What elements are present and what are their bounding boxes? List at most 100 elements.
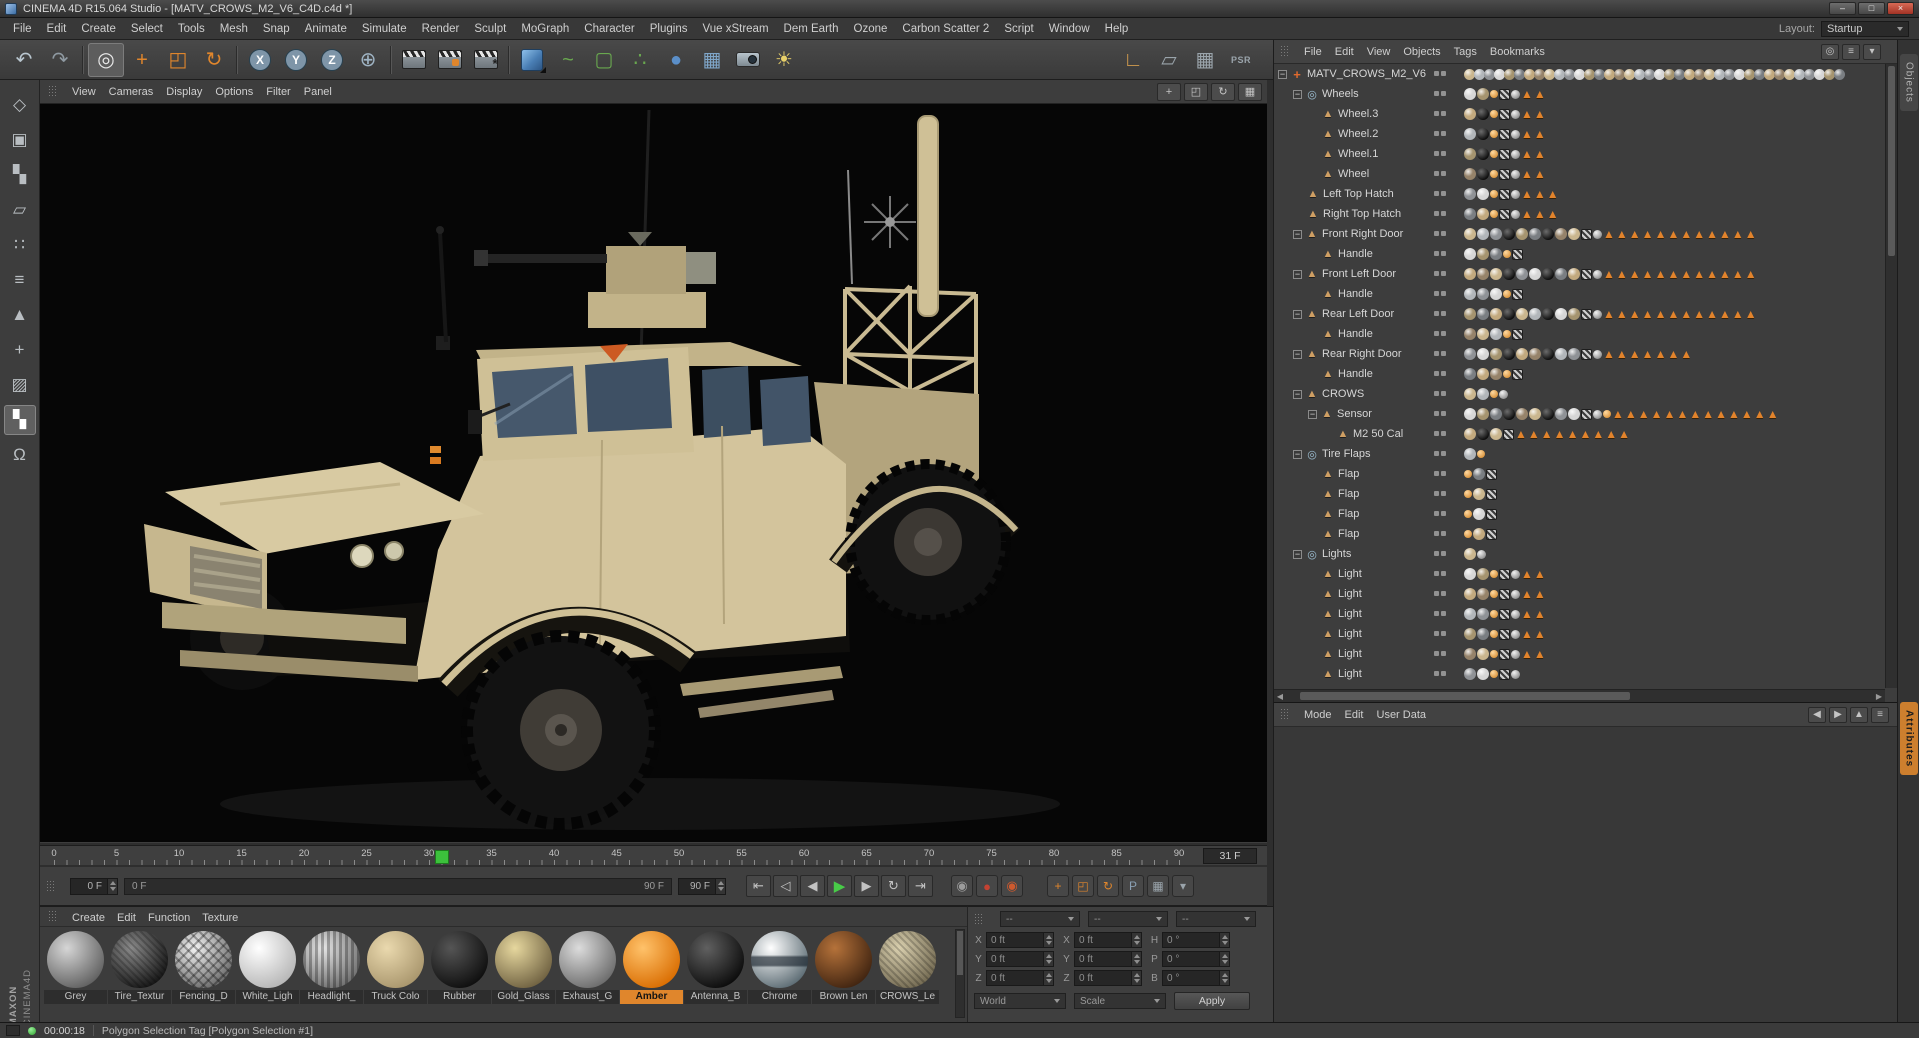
world-axes-icon[interactable]: ∟: [1115, 43, 1151, 77]
texture-tag-icon[interactable]: [1555, 408, 1567, 420]
uv-tag-icon[interactable]: [1512, 328, 1523, 340]
selection-tag-icon[interactable]: ▲: [1745, 228, 1757, 240]
selection-tag-icon[interactable]: ▲: [1655, 228, 1667, 240]
selection-tag-icon[interactable]: ▲: [1693, 228, 1705, 240]
coordinate-input-z[interactable]: 0 ft: [986, 970, 1054, 986]
texture-tag-icon[interactable]: [1464, 428, 1476, 440]
phong-tag-icon[interactable]: [1593, 349, 1602, 359]
selection-tag-icon[interactable]: ▲: [1541, 428, 1553, 440]
visibility-dots[interactable]: [1434, 171, 1446, 176]
display-tag-icon[interactable]: [1490, 610, 1498, 618]
object-label[interactable]: Front Left Door: [1319, 268, 1396, 280]
stepper[interactable]: [715, 878, 725, 894]
phong-tag-icon[interactable]: [1511, 589, 1520, 599]
menu-snap[interactable]: Snap: [256, 20, 297, 38]
selection-tag-icon[interactable]: ▲: [1534, 648, 1546, 660]
selection-tag-icon[interactable]: ▲: [1567, 428, 1579, 440]
uv-tag-icon[interactable]: [1499, 208, 1510, 220]
maximize-button[interactable]: □: [1858, 2, 1885, 15]
texture-tag-icon[interactable]: [1477, 248, 1489, 260]
model-mode-icon[interactable]: ▣: [4, 125, 36, 155]
texture-tag-icon[interactable]: [1477, 388, 1489, 400]
expand-toggle[interactable]: −: [1293, 389, 1302, 399]
object-label[interactable]: Wheel.2: [1335, 128, 1378, 140]
uv-tag-icon[interactable]: [1581, 268, 1592, 280]
uv-tag-icon[interactable]: [1486, 468, 1497, 480]
menu-character[interactable]: Character: [577, 20, 642, 38]
expand-toggle[interactable]: −: [1308, 409, 1317, 419]
selection-tag-icon[interactable]: ▲: [1629, 228, 1641, 240]
viewport-menu-cameras[interactable]: Cameras: [103, 84, 160, 100]
display-tag-icon[interactable]: [1490, 90, 1498, 98]
object-manager-menu-file[interactable]: File: [1298, 44, 1328, 60]
scrollbar-thumb[interactable]: [1300, 692, 1630, 700]
visibility-dots[interactable]: [1434, 331, 1446, 336]
menu-simulate[interactable]: Simulate: [355, 20, 414, 38]
viewport-filter-icon[interactable]: ▱: [1151, 43, 1187, 77]
visibility-dots[interactable]: [1434, 91, 1446, 96]
texture-tag-icon[interactable]: [1568, 408, 1580, 420]
texture-tag-icon[interactable]: [1542, 228, 1554, 240]
selection-tag-icon[interactable]: ▲: [1689, 408, 1701, 420]
history-forward-icon[interactable]: ▶: [1829, 706, 1847, 723]
selection-tag-icon[interactable]: ▲: [1603, 308, 1615, 320]
texture-tag-icon[interactable]: [1464, 308, 1476, 320]
goto-start-button[interactable]: ⇤: [746, 875, 771, 897]
material-exhaust-g[interactable]: Exhaust_G: [556, 930, 619, 1004]
display-tag-icon[interactable]: [1477, 450, 1485, 458]
texture-tag-icon[interactable]: [1477, 268, 1489, 280]
phong-tag-icon[interactable]: [1511, 209, 1520, 219]
selection-tag-icon[interactable]: ▲: [1534, 128, 1546, 140]
object-label[interactable]: Flap: [1335, 488, 1359, 500]
selection-tag-icon[interactable]: ▲: [1534, 188, 1546, 200]
menu-vue-xstream[interactable]: Vue xStream: [695, 20, 775, 38]
coordinate-mode-select[interactable]: --: [1000, 911, 1080, 927]
phong-tag-icon[interactable]: [1593, 409, 1602, 419]
selection-tag-icon[interactable]: ▲: [1655, 268, 1667, 280]
texture-tag-icon[interactable]: [1477, 348, 1489, 360]
display-tag-icon[interactable]: [1503, 370, 1511, 378]
add-environment-icon[interactable]: ▦: [694, 43, 730, 77]
undo-icon[interactable]: ↶: [6, 43, 42, 77]
stepper[interactable]: [1043, 952, 1053, 966]
selection-tag-icon[interactable]: ▲: [1616, 308, 1628, 320]
texture-tag-icon[interactable]: [1464, 228, 1476, 240]
viewport-menu-view[interactable]: View: [66, 84, 102, 100]
visibility-dots[interactable]: [1434, 651, 1446, 656]
expand-toggle[interactable]: −: [1293, 549, 1302, 559]
uv-tag-icon[interactable]: [1486, 488, 1497, 500]
object-manager-menu-tags[interactable]: Tags: [1448, 44, 1483, 60]
texture-tag-icon[interactable]: [1477, 288, 1489, 300]
add-deformer-icon[interactable]: ●: [658, 43, 694, 77]
uv-tag-icon[interactable]: [1581, 408, 1592, 420]
display-tag-icon[interactable]: [1490, 190, 1498, 198]
move-tool-icon[interactable]: +: [124, 43, 160, 77]
selection-tag-icon[interactable]: ▲: [1521, 588, 1533, 600]
selection-tag-icon[interactable]: ▲: [1732, 228, 1744, 240]
display-tag-icon[interactable]: [1490, 170, 1498, 178]
object-label[interactable]: Handle: [1335, 368, 1373, 380]
visibility-dots[interactable]: [1434, 251, 1446, 256]
texture-tag-icon[interactable]: [1516, 348, 1528, 360]
texture-tag-icon[interactable]: [1473, 488, 1485, 500]
display-tag-icon[interactable]: [1464, 470, 1472, 478]
selection-tag-icon[interactable]: ▲: [1534, 608, 1546, 620]
visibility-dots[interactable]: [1434, 291, 1446, 296]
texture-tag-icon[interactable]: [1568, 268, 1580, 280]
autokeying-button[interactable]: ●: [976, 875, 998, 897]
selection-tag-icon[interactable]: ▲: [1741, 408, 1753, 420]
phong-tag-icon[interactable]: [1511, 669, 1520, 679]
selection-tag-icon[interactable]: ▲: [1625, 408, 1637, 420]
coordinate-space-select[interactable]: World: [974, 993, 1066, 1009]
scroll-right-icon[interactable]: ▶: [1873, 692, 1885, 701]
coordinate-input-x[interactable]: 0 ft: [986, 932, 1054, 948]
selection-tag-icon[interactable]: ▲: [1579, 428, 1591, 440]
uv-tag-icon[interactable]: [1486, 528, 1497, 540]
display-tag-icon[interactable]: [1503, 250, 1511, 258]
texture-tag-icon[interactable]: [1477, 308, 1489, 320]
selection-tag-icon[interactable]: ▲: [1745, 268, 1757, 280]
coordinate-input-z[interactable]: 0 ft: [1074, 970, 1142, 986]
size-mode-select[interactable]: Scale: [1074, 993, 1166, 1009]
texture-tag-icon[interactable]: [1529, 348, 1541, 360]
texture-tag-icon[interactable]: [1834, 68, 1845, 80]
